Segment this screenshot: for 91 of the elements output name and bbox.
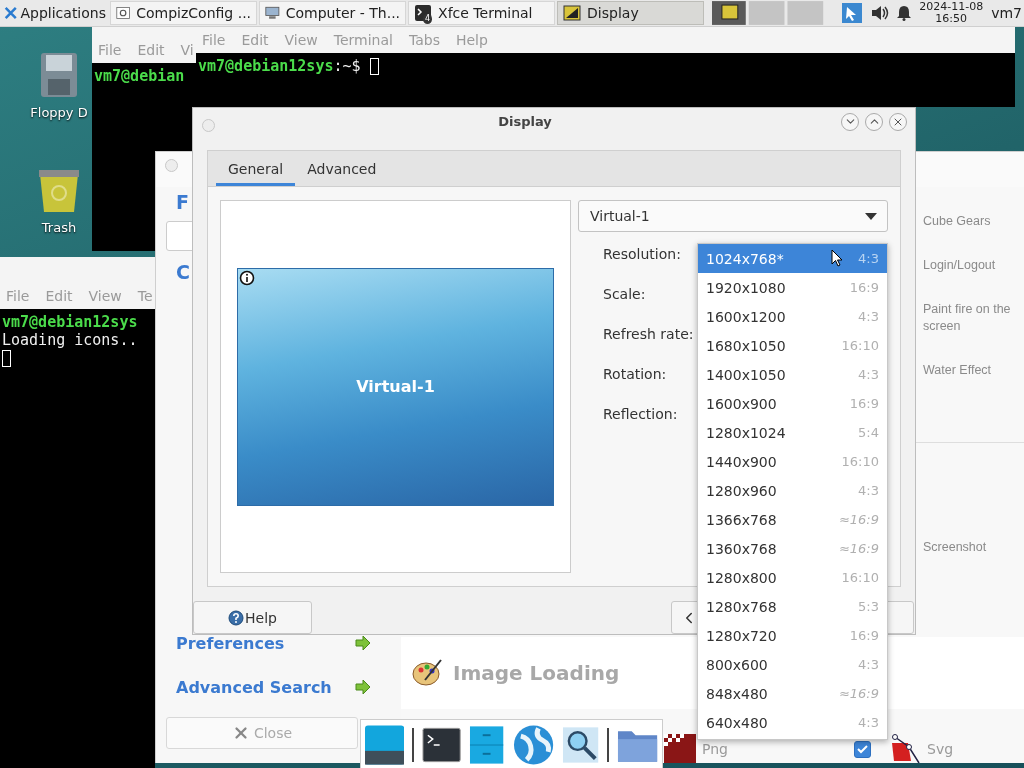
user-name[interactable]: vm7 <box>991 5 1022 21</box>
aspect-ratio: 16:9 <box>849 280 879 295</box>
globe-icon[interactable] <box>512 724 554 766</box>
window-title: Display <box>497 114 553 129</box>
menu-option[interactable]: 1280x1024 5:4 <box>698 418 887 447</box>
checkmark-icon <box>857 744 868 754</box>
network-icon <box>841 2 864 24</box>
menu-option[interactable]: 1400x1050 4:3 <box>698 360 887 389</box>
menu-option[interactable]: 1600x1200 4:3 <box>698 302 887 331</box>
category-title: Image Loading <box>453 661 620 685</box>
menu-option[interactable]: 1280x800 16:10 <box>698 563 887 592</box>
terminal-prompt: vm7@debian <box>94 67 185 85</box>
taskbar-button[interactable]: Computer - Th... <box>259 1 407 25</box>
menu-option[interactable]: 1280x768 5:3 <box>698 592 887 621</box>
help-button[interactable]: Help <box>193 601 312 634</box>
section-heading: F <box>175 191 189 213</box>
menu-option[interactable]: 1680x1050 16:10 <box>698 331 887 360</box>
aspect-ratio: ≈16:9 <box>838 541 879 556</box>
aspect-ratio: 4:3 <box>858 309 879 324</box>
volume-icon <box>871 5 890 21</box>
text-cursor <box>369 58 379 75</box>
aspect-ratio: ≈16:9 <box>838 512 879 527</box>
info-icon[interactable] <box>239 270 255 286</box>
trash-icon <box>37 168 81 214</box>
aspect-ratio: 5:4 <box>858 425 879 440</box>
aspect-ratio: 4:3 <box>858 657 879 672</box>
desktop-icon[interactable] <box>365 725 405 765</box>
help-icon <box>228 609 245 626</box>
settings-icon <box>116 4 131 22</box>
menu-option[interactable]: 1280x960 4:3 <box>698 476 887 505</box>
field-label: Resolution: <box>603 245 681 264</box>
menu-option[interactable]: 1024x768* 4:3 <box>698 244 887 273</box>
aspect-ratio: 5:3 <box>858 599 879 614</box>
field-label: Reflection: <box>603 405 678 424</box>
applications-menu[interactable]: Applications <box>0 0 110 26</box>
menu-option[interactable]: 1600x900 16:9 <box>698 389 887 418</box>
section-heading: C <box>175 261 190 283</box>
category-link[interactable]: Preferences <box>176 633 285 653</box>
menu-option[interactable]: 1366x768 ≈16:9 <box>698 505 887 534</box>
aspect-ratio: 4:3 <box>858 715 879 730</box>
computer-icon <box>265 4 280 22</box>
aspect-ratio: 16:9 <box>849 628 879 643</box>
terminal-output: Loading icons.. <box>2 331 139 349</box>
arrow-right-icon <box>355 680 371 694</box>
aspect-ratio: 4:3 <box>858 251 879 266</box>
terminal-icon <box>414 4 433 22</box>
maximize-button[interactable] <box>865 112 883 131</box>
palette-icon <box>411 658 443 688</box>
field-label: Rotation: <box>603 365 667 384</box>
taskbar-button[interactable]: CompizConfig ... <box>110 1 258 25</box>
terminal-prompt: vm7@debian12sys <box>2 313 138 331</box>
terminal-prompt: vm7@debian12sys:~$ <box>198 57 362 75</box>
aspect-ratio: 16:10 <box>841 454 879 469</box>
mouse-pointer-icon <box>831 249 843 267</box>
aspect-ratio: 16:10 <box>841 570 879 585</box>
clock[interactable]: 2024-11-08 16:50 <box>919 1 984 25</box>
text-cursor <box>2 350 11 367</box>
menu-option[interactable]: 800x600 4:3 <box>698 650 887 679</box>
app-menu-icon <box>4 5 18 21</box>
desktop-icon-label[interactable]: Trash <box>41 220 77 235</box>
output-dropdown[interactable]: Virtual-1 <box>578 200 888 232</box>
bell-icon <box>897 5 912 21</box>
aspect-ratio: 4:3 <box>858 367 879 382</box>
aspect-ratio: 4:3 <box>858 483 879 498</box>
file-cabinet-icon[interactable] <box>469 725 505 765</box>
menu-option[interactable]: 1360x768 ≈16:9 <box>698 534 887 563</box>
taskbar-button[interactable]: 4 Xfce Terminal <box>408 1 556 25</box>
dropdown-arrow-icon <box>865 212 877 220</box>
window-count-badge: 4 <box>423 14 433 24</box>
terminal-icon[interactable] <box>422 727 462 763</box>
menu-option[interactable]: 1280x720 16:9 <box>698 621 887 650</box>
aspect-ratio: ≈16:9 <box>838 686 879 701</box>
menu-option[interactable]: 848x480 ≈16:9 <box>698 679 887 708</box>
desktop-icon-label[interactable]: Floppy D <box>30 105 88 120</box>
field-label: Refresh rate: <box>603 325 694 344</box>
menu-option[interactable]: 1920x1080 16:9 <box>698 273 887 302</box>
aspect-ratio: 16:10 <box>841 338 879 353</box>
search-icon[interactable] <box>561 726 599 764</box>
arrow-right-icon <box>355 636 371 650</box>
menu-option[interactable]: 1440x900 16:10 <box>698 447 887 476</box>
field-label: Scale: <box>603 285 646 304</box>
taskbar-button[interactable]: Display <box>557 1 705 25</box>
category-link[interactable]: Advanced Search <box>176 677 332 697</box>
tab[interactable]: Advanced <box>295 154 389 186</box>
minimize-button[interactable] <box>841 112 859 131</box>
aspect-ratio: 16:9 <box>849 396 879 411</box>
plugin-checkbox[interactable] <box>854 740 871 758</box>
monitor-name: Virtual-1 <box>356 376 435 396</box>
menu-option[interactable]: 640x480 4:3 <box>698 708 887 737</box>
close-button[interactable] <box>889 112 907 131</box>
display-icon <box>563 4 582 22</box>
